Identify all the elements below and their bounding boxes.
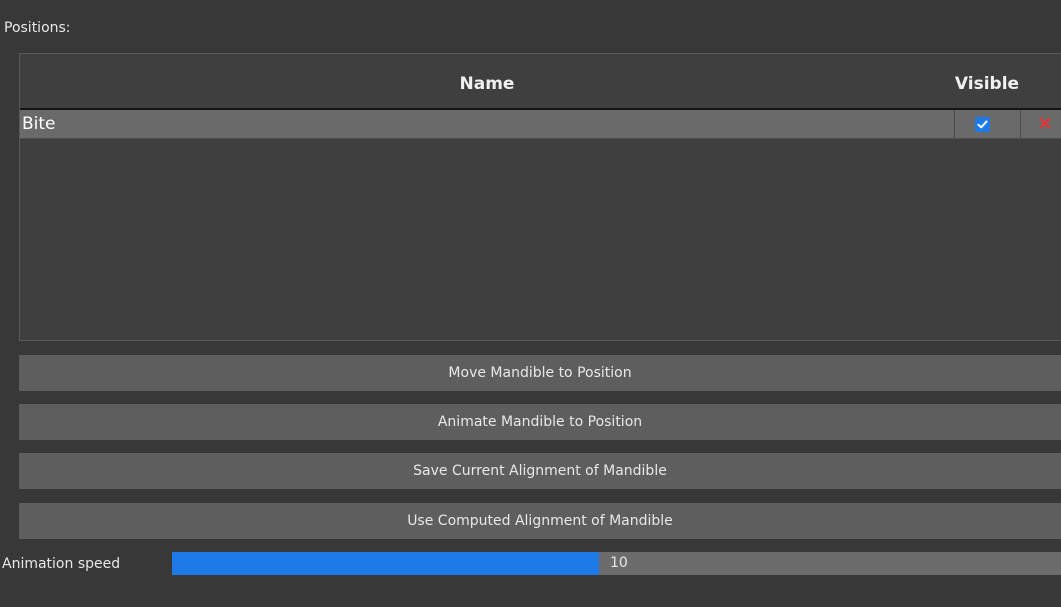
close-icon[interactable]: ✕ bbox=[1035, 114, 1055, 134]
slider-fill bbox=[172, 552, 599, 575]
slider-value: 10 bbox=[610, 555, 628, 571]
use-computed-alignment-button[interactable]: Use Computed Alignment of Mandible bbox=[19, 503, 1061, 539]
cell-divider bbox=[954, 110, 955, 138]
move-mandible-button[interactable]: Move Mandible to Position bbox=[19, 355, 1061, 391]
cell-divider bbox=[1020, 110, 1021, 138]
animation-speed-slider[interactable]: 10 bbox=[172, 552, 1061, 575]
visible-checkbox[interactable] bbox=[975, 117, 990, 132]
positions-label: Positions: bbox=[4, 20, 71, 36]
row-name[interactable]: Bite bbox=[22, 110, 56, 138]
alignment-panel: Positions: Name Visible Bite ✕ Move Mand… bbox=[0, 0, 1061, 607]
table-header: Name Visible bbox=[20, 54, 1061, 110]
column-header-visible[interactable]: Visible bbox=[954, 54, 1020, 108]
table-row[interactable]: Bite ✕ bbox=[20, 110, 1061, 139]
animation-speed-label: Animation speed bbox=[2, 556, 121, 572]
column-header-name[interactable]: Name bbox=[20, 54, 954, 108]
positions-table: Name Visible Bite ✕ bbox=[19, 53, 1061, 341]
checkmark-icon bbox=[977, 120, 988, 129]
save-alignment-button[interactable]: Save Current Alignment of Mandible bbox=[19, 453, 1061, 489]
animate-mandible-button[interactable]: Animate Mandible to Position bbox=[19, 404, 1061, 440]
